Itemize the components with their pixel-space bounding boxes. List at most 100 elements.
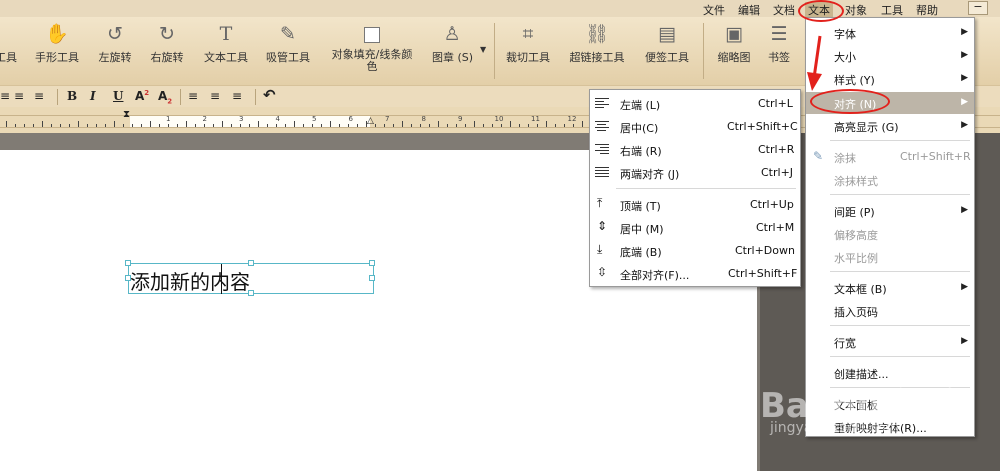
align-right-item[interactable]: 右端 (R) Ctrl+R [590,139,800,161]
rotate-right-button[interactable]: ↻ 右旋转 [148,23,186,65]
menu-item-label: 底端 (B) [620,246,662,259]
menu-item-label: 两端对齐 (J) [620,168,680,181]
tool-icon [0,23,18,45]
text-before-caret: 添加新的 [130,270,210,294]
align-left-icon [595,98,609,110]
resize-handle[interactable] [125,260,131,266]
menu-tools[interactable]: 工具 [881,2,903,18]
ruler-tick [492,124,493,127]
bookmark-button[interactable]: ☰ 书签 [765,23,793,65]
thumbnail-icon: ▣ [725,23,743,45]
rotate-left-icon: ↺ [107,23,123,45]
thumbnail-button[interactable]: ▣ 缩略图 [715,23,753,65]
menu-item-label: 高亮显示 (G) [834,121,899,134]
ruler-tick [249,124,250,127]
text-box[interactable]: 添加新的内容 [125,260,375,296]
subscript-letter: A [158,89,168,103]
menu-item-spacing[interactable]: 间距 (P) ▶ [806,200,974,222]
ruler-right-marker-icon[interactable]: △ [367,116,374,126]
align-left-small-icon[interactable]: ≡ [188,89,198,103]
eyedropper-icon: ✎ [280,23,296,45]
menu-object[interactable]: 对象 [845,2,867,18]
menu-help[interactable]: 帮助 [916,2,938,18]
superscript-button[interactable]: A2 [135,89,149,103]
align-center-item[interactable]: 居中(C) Ctrl+Shift+C [590,116,800,138]
ruler-tick [186,121,187,127]
ruler-tick [573,124,574,127]
align-center-small-icon[interactable]: ≡ [0,89,10,103]
align-middle-item[interactable]: ⇕ 居中 (M) Ctrl+M [590,217,800,239]
align-right-small-icon[interactable]: ≡ [232,89,242,103]
align-center-small-icon[interactable]: ≡ [210,89,220,103]
menu-file[interactable]: 文件 [703,2,725,18]
format-separator [57,89,58,105]
ruler-tick [24,124,25,127]
undo-icon[interactable]: ↶ [263,86,276,104]
align-justify-small-icon[interactable]: ≡ [34,89,44,103]
minimize-button[interactable]: − [968,1,988,15]
ruler-tick [141,124,142,127]
fill-box-icon [328,23,416,45]
menu-item-font[interactable]: 字体 ▶ [806,22,974,44]
ruler-tick [96,124,97,127]
bold-button[interactable]: B [67,89,77,103]
menu-item-text-box[interactable]: 文本框 (B) ▶ [806,277,974,299]
menu-item-shortcut: Ctrl+Up [750,198,794,211]
ruler-label: 5 [312,115,317,123]
menu-item-line-width[interactable]: 行宽 ▶ [806,331,974,353]
align-all-item[interactable]: ⇳ 全部对齐(F)... Ctrl+Shift+F [590,263,800,285]
ruler-tick [231,124,232,127]
text-box-content[interactable]: 添加新的内容 [130,266,250,295]
resize-handle[interactable] [369,260,375,266]
resize-handle[interactable] [369,275,375,281]
align-middle-icon: ⇕ [597,219,608,233]
resize-handle[interactable] [248,260,254,266]
hand-tool-button[interactable]: ✋ 手形工具 [33,23,81,65]
ruler-tick [294,121,295,127]
note-label: 便签工具 [645,51,689,64]
ruler-tick [240,124,241,127]
menu-item-label: 顶端 (T) [620,200,661,213]
stamp-dropdown-arrow-icon[interactable]: ▼ [480,45,486,54]
menu-item-label: 涂抹 [834,152,856,165]
align-bottom-item[interactable]: ⤓ 底端 (B) Ctrl+Down [590,240,800,262]
align-justify-item[interactable]: 两端对齐 (J) Ctrl+J [590,162,800,184]
note-tool-button[interactable]: ▤ 便签工具 [643,23,691,65]
menu-divider [616,188,796,189]
rotate-right-label: 右旋转 [150,51,184,64]
menu-document[interactable]: 文档 [773,2,795,18]
submenu-arrow-icon: ▶ [961,120,968,130]
text-menu: 字体 ▶ 大小 ▶ 样式 (Y) ▶ 对齐 (N) ▶ 高亮显示 (G) ▶ ✎ 涂抹 Ctr… [805,17,975,437]
menu-item-size[interactable]: 大小 ▶ [806,45,974,67]
italic-button[interactable]: I [90,89,96,103]
menu-item-insert-page-number[interactable]: 插入页码 [806,300,974,322]
menu-item-label: 插入页码 [834,306,878,319]
hand-icon: ✋ [45,23,69,45]
menu-item-highlight[interactable]: 高亮显示 (G) ▶ [806,115,974,137]
resize-handle[interactable] [125,275,131,281]
menu-item-shortcut: Ctrl+Shift+F [728,267,798,280]
tool-button-partial[interactable]: 工具 [0,23,18,65]
fill-stroke-label-line2: 色 [366,60,378,73]
crop-tool-button[interactable]: ⌗ 裁切工具 [504,23,552,65]
align-top-item[interactable]: ⤒ 顶端 (T) Ctrl+Up [590,194,800,216]
text-tool-label: 文本工具 [204,51,248,64]
ruler-label: 8 [421,115,426,123]
underline-button[interactable]: U [113,89,123,103]
eyedropper-tool-button[interactable]: ✎ 吸管工具 [264,23,312,65]
ruler-tick [447,124,448,127]
ruler-indent-marker-icon[interactable]: ⧗ [123,109,130,120]
align-right-small-icon[interactable]: ≡ [14,89,24,103]
subscript-button[interactable]: A2 [158,89,172,105]
menu-edit[interactable]: 编辑 [738,2,760,18]
fill-stroke-color-button[interactable]: 对象填充/线条颜 色 [328,23,416,73]
menu-item-style[interactable]: 样式 (Y) ▶ [806,68,974,90]
bookmark-list-icon: ☰ [770,23,788,45]
rotate-left-button[interactable]: ↺ 左旋转 [96,23,134,65]
text-tool-button[interactable]: T 文本工具 [202,23,250,65]
stamp-button[interactable]: ♙ 图章 (S) [432,23,473,65]
link-tool-button[interactable]: ⛓ 超链接工具 [567,23,627,65]
menu-item-label: 涂抹样式 [834,175,878,188]
resize-handle[interactable] [248,290,254,296]
align-left-item[interactable]: 左端 (L) Ctrl+L [590,93,800,115]
